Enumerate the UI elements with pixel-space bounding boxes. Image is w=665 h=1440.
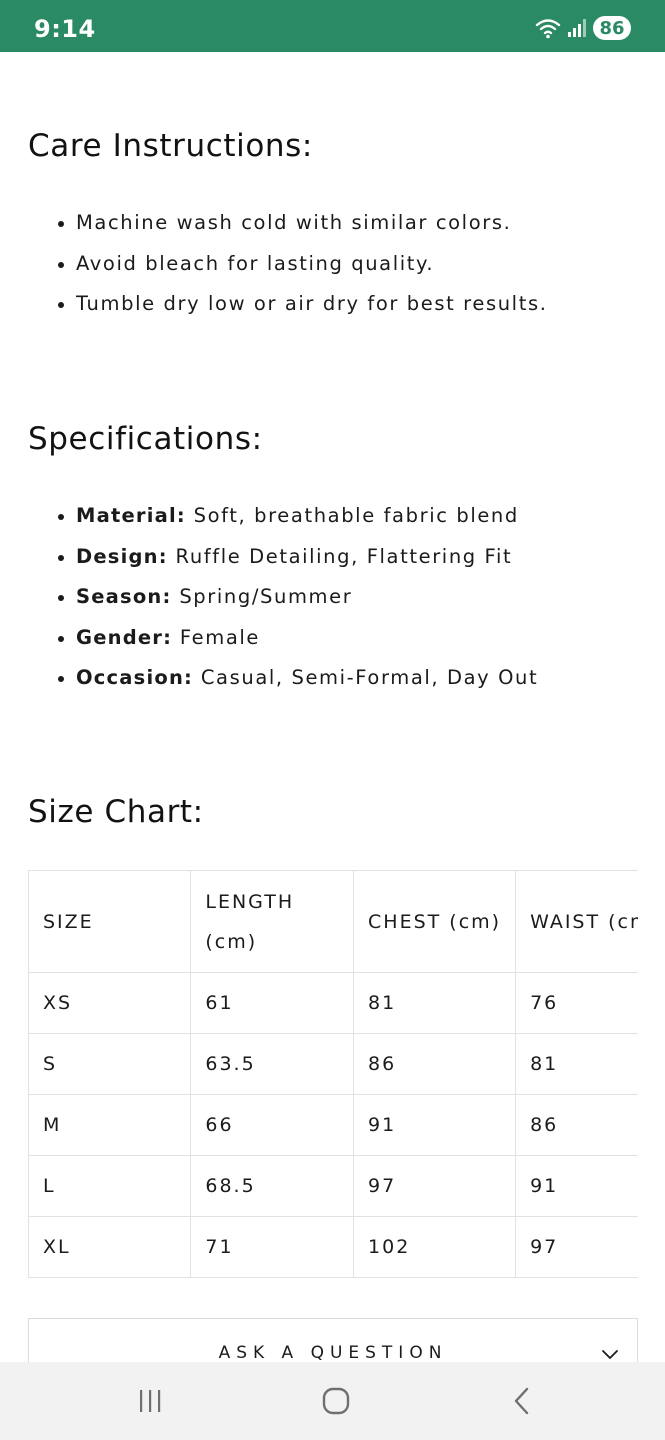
table-cell: 97 bbox=[353, 1155, 517, 1217]
table-cell: 68.5 bbox=[190, 1155, 355, 1217]
spec-label: Material: bbox=[76, 504, 186, 527]
status-time: 9:14 bbox=[34, 15, 96, 43]
specifications-list: Material: Soft, breathable fabric blend … bbox=[58, 502, 538, 705]
list-item: Season: Spring/Summer bbox=[58, 583, 538, 624]
table-row: XL 71 102 97 bbox=[28, 1216, 638, 1278]
spec-value: Female bbox=[172, 625, 261, 649]
table-row: S 63.5 86 81 bbox=[28, 1033, 638, 1095]
size-chart-table-container[interactable]: SIZE LENGTH (cm) CHEST (cm) WAIST (cm XS… bbox=[28, 870, 638, 1278]
list-item: Design: Ruffle Detailing, Flattering Fit bbox=[58, 543, 538, 584]
size-chart-heading: Size Chart: bbox=[28, 794, 204, 830]
table-cell: 81 bbox=[515, 1033, 638, 1095]
spec-value: Casual, Semi-Formal, Day Out bbox=[193, 666, 539, 689]
spec-label: Season: bbox=[76, 585, 172, 608]
battery-indicator: 86 bbox=[593, 16, 631, 40]
recent-apps-icon[interactable] bbox=[130, 1384, 170, 1418]
table-row: XS 61 81 76 bbox=[28, 972, 638, 1034]
table-row: L 68.5 97 91 bbox=[28, 1155, 638, 1217]
navigation-bar bbox=[0, 1362, 665, 1440]
header-waist: WAIST (cm bbox=[515, 870, 638, 973]
table-cell: 91 bbox=[515, 1155, 638, 1217]
status-bar: 9:14 86 bbox=[0, 0, 665, 52]
table-cell: 66 bbox=[190, 1094, 355, 1156]
signal-icon bbox=[567, 18, 587, 38]
status-icons: 86 bbox=[535, 16, 631, 40]
list-item: Material: Soft, breathable fabric blend bbox=[58, 502, 538, 543]
list-item: Occasion: Casual, Semi-Formal, Day Out bbox=[58, 664, 538, 705]
spec-value: Spring/Summer bbox=[171, 585, 353, 608]
back-icon[interactable] bbox=[502, 1384, 542, 1418]
spec-label: Design: bbox=[76, 544, 168, 568]
spec-label: Occasion: bbox=[76, 666, 194, 689]
wifi-icon bbox=[535, 17, 561, 39]
table-cell: 76 bbox=[515, 972, 638, 1034]
table-cell: 86 bbox=[353, 1033, 517, 1095]
table-cell: 71 bbox=[190, 1216, 355, 1278]
table-header-row: SIZE LENGTH (cm) CHEST (cm) WAIST (cm bbox=[28, 870, 638, 973]
spec-label: Gender: bbox=[76, 625, 173, 649]
spec-value: Ruffle Detailing, Flattering Fit bbox=[167, 544, 513, 568]
table-cell: 81 bbox=[353, 972, 517, 1034]
table-cell: 63.5 bbox=[190, 1033, 355, 1095]
table-cell: XS bbox=[28, 972, 192, 1034]
size-chart-table: SIZE LENGTH (cm) CHEST (cm) WAIST (cm XS… bbox=[28, 870, 638, 1278]
header-size: SIZE bbox=[28, 870, 192, 973]
spec-value: Soft, breathable fabric blend bbox=[185, 504, 519, 527]
table-cell: 102 bbox=[353, 1216, 517, 1278]
list-item: Machine wash cold with similar colors. bbox=[58, 209, 548, 250]
specifications-heading: Specifications: bbox=[28, 421, 263, 457]
list-item: Avoid bleach for lasting quality. bbox=[58, 250, 548, 291]
table-cell: L bbox=[28, 1155, 192, 1217]
ask-question-label: ASK A QUESTION bbox=[218, 1343, 448, 1363]
table-cell: 91 bbox=[353, 1094, 517, 1156]
table-cell: 97 bbox=[515, 1216, 638, 1278]
header-length: LENGTH (cm) bbox=[190, 870, 355, 973]
header-chest: CHEST (cm) bbox=[353, 870, 517, 973]
care-instructions-heading: Care Instructions: bbox=[28, 128, 313, 164]
table-cell: 86 bbox=[515, 1094, 638, 1156]
home-icon[interactable] bbox=[316, 1384, 356, 1418]
table-cell: M bbox=[28, 1094, 192, 1156]
table-cell: 61 bbox=[190, 972, 355, 1034]
list-item: Tumble dry low or air dry for best resul… bbox=[58, 290, 548, 331]
care-instructions-list: Machine wash cold with similar colors. A… bbox=[58, 209, 548, 331]
table-cell: S bbox=[28, 1033, 192, 1095]
list-item: Gender: Female bbox=[58, 624, 538, 665]
table-cell: XL bbox=[28, 1216, 192, 1278]
table-row: M 66 91 86 bbox=[28, 1094, 638, 1156]
